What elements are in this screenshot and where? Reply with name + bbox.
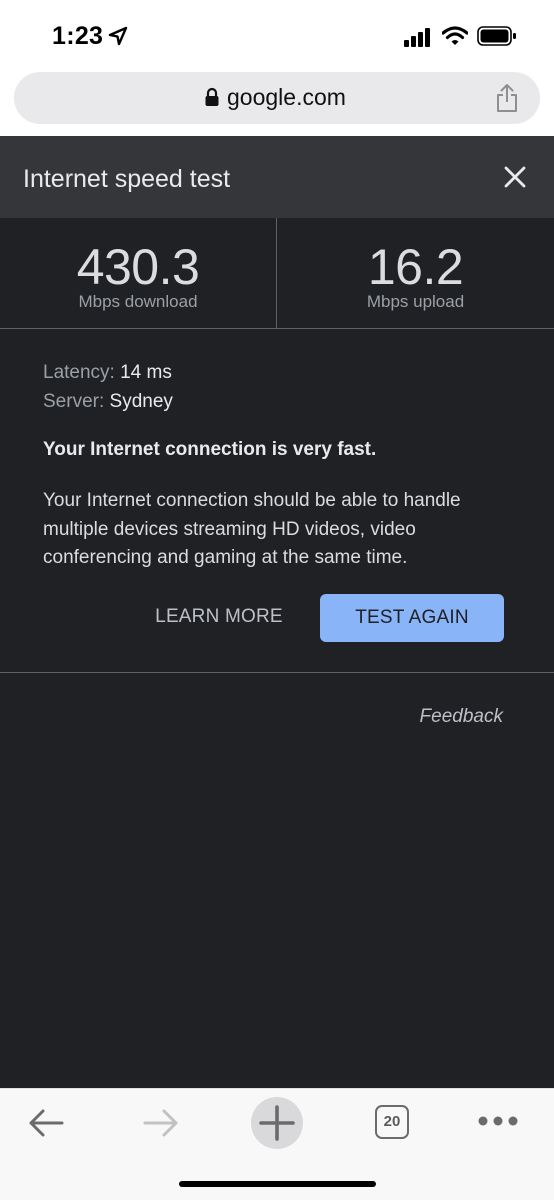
plus-icon — [259, 1105, 295, 1141]
lock-icon — [205, 87, 219, 106]
status-time: 1:23 — [52, 22, 104, 50]
forward-arrow-icon[interactable] — [141, 1103, 181, 1143]
latency-value: 14 ms — [120, 362, 172, 383]
speed-results: 430.3 Mbps download 16.2 Mbps upload — [0, 218, 554, 329]
server-label: Server: — [43, 391, 105, 412]
latency-label: Latency: — [43, 362, 115, 383]
home-indicator — [179, 1181, 376, 1187]
upload-unit: Mbps upload — [366, 292, 465, 311]
close-icon[interactable] — [498, 160, 532, 194]
feedback-link[interactable]: Feedback — [420, 706, 503, 728]
url-text[interactable]: google.com — [227, 84, 346, 111]
latency-line: Latency: 14 ms — [43, 362, 172, 384]
share-icon[interactable] — [495, 83, 519, 113]
more-dots-icon[interactable] — [476, 1111, 520, 1131]
url-bar[interactable]: google.com — [14, 72, 540, 124]
location-arrow-icon — [108, 26, 128, 46]
divider — [0, 672, 554, 673]
connection-description: Your Internet connection should be able … — [43, 490, 461, 568]
back-arrow-icon[interactable] — [26, 1103, 66, 1143]
widget-title: Internet speed test — [23, 165, 231, 193]
download-result: 430.3 Mbps download — [0, 218, 277, 328]
server-value: Sydney — [109, 391, 173, 412]
upload-result: 16.2 Mbps upload — [277, 218, 554, 328]
speed-test-widget: Internet speed test 430.3 Mbps download … — [0, 136, 554, 1088]
upload-value: 16.2 — [367, 239, 464, 295]
test-again-button[interactable]: TEST AGAIN — [320, 594, 504, 642]
status-bar: 1:23 — [0, 0, 554, 72]
download-unit: Mbps download — [78, 292, 198, 311]
widget-header: Internet speed test — [0, 136, 554, 218]
learn-more-button[interactable]: LEARN MORE — [140, 593, 298, 641]
download-value: 430.3 — [76, 239, 200, 295]
cellular-signal-icon — [404, 28, 430, 47]
tab-count-button[interactable]: 20 — [375, 1105, 409, 1139]
battery-icon — [477, 26, 516, 46]
connection-summary: Your Internet connection is very fast. — [43, 439, 377, 460]
new-tab-button[interactable] — [251, 1097, 303, 1149]
wifi-icon — [442, 26, 468, 45]
server-line: Server: Sydney — [43, 391, 173, 413]
